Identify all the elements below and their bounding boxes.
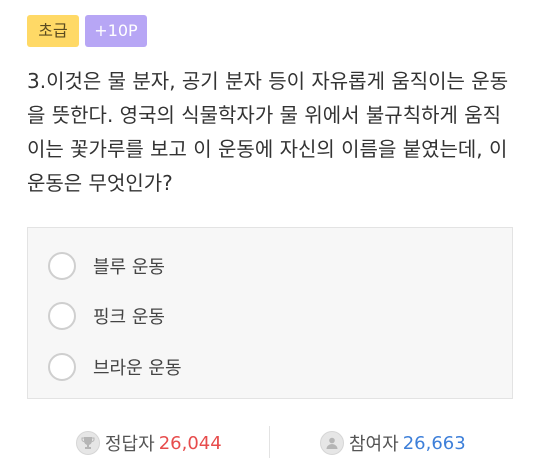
question-text: 3.이것은 물 분자, 공기 분자 등이 자유롭게 움직이는 운동을 뜻한다. … [27, 69, 509, 195]
answer-option-label: 브라운 운동 [93, 358, 182, 379]
user-icon [320, 431, 344, 455]
radio-button[interactable] [48, 252, 76, 280]
correct-label: 정답자 [105, 434, 155, 455]
points-badge: +10P [85, 15, 147, 47]
stats-divider [269, 426, 270, 458]
answer-option-1[interactable]: 블루 운동 [48, 249, 165, 283]
answer-option-label: 블루 운동 [93, 257, 165, 278]
correct-count: 26,044 [158, 432, 222, 454]
stats-bar: 정답자 26,044 참여자 26,663 [0, 422, 534, 462]
answer-option-label: 핑크 운동 [93, 307, 165, 328]
radio-button[interactable] [48, 353, 76, 381]
participants-count: 26,663 [402, 432, 466, 454]
level-badge: 초급 [27, 15, 79, 47]
answer-option-3[interactable]: 브라운 운동 [48, 350, 182, 384]
participants-stat: 참여자 26,663 [320, 430, 466, 456]
answer-option-2[interactable]: 핑크 운동 [48, 299, 165, 333]
answer-options: 블루 운동 핑크 운동 브라운 운동 [27, 227, 513, 399]
badge-row: 초급 +10P [27, 15, 147, 47]
correct-stat: 정답자 26,044 [76, 430, 222, 456]
participants-label: 참여자 [349, 434, 399, 455]
radio-button[interactable] [48, 302, 76, 330]
trophy-icon [76, 431, 100, 455]
